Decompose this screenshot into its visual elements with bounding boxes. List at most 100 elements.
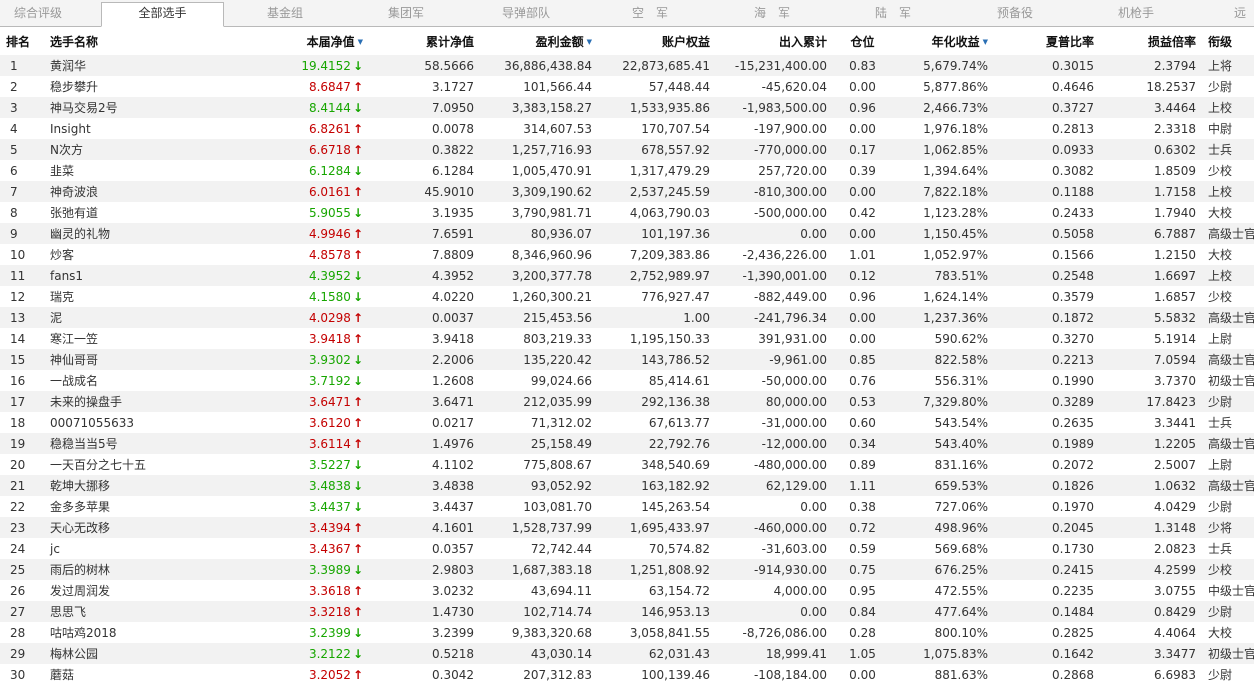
player-name[interactable]: 稳步攀升 bbox=[44, 76, 238, 97]
tab-navy[interactable]: 海 军 bbox=[722, 3, 822, 25]
col-header-annual-return[interactable]: 年化收益 ▼ bbox=[892, 27, 994, 55]
player-name[interactable]: jc bbox=[44, 538, 238, 559]
table-row[interactable]: 4 Insight 6.8261 ↑ 0.0078 314,607.53 170,707.5… bbox=[0, 118, 1254, 139]
table-row[interactable]: 9 幽灵的礼物 4.9946 ↑ 7.6591 80,936.07 101,197.36 0.… bbox=[0, 223, 1254, 244]
table-row[interactable]: 24 jc 3.4367 ↑ 0.0357 72,742.44 70,574.82 -31,6… bbox=[0, 538, 1254, 559]
table-row[interactable]: 26 发过周润发 3.3618 ↑ 3.0232 43,694.11 63,154.72 4,… bbox=[0, 580, 1254, 601]
col-header-cumulative-nav[interactable]: 累计净值 bbox=[369, 27, 480, 55]
table-row[interactable]: 23 天心无改移 3.4394 ↑ 4.1601 1,528,737.99 1,695,43… bbox=[0, 517, 1254, 538]
tab-group-army[interactable]: 集团军 bbox=[356, 3, 456, 25]
player-name[interactable]: 乾坤大挪移 bbox=[44, 475, 238, 496]
table-row[interactable]: 7 神奇波浪 6.0161 ↑ 45.9010 3,309,190.62 2,537,245… bbox=[0, 181, 1254, 202]
table-row[interactable]: 15 神仙哥哥 3.9302 ↓ 2.2006 135,220.42 143,786.52-… bbox=[0, 349, 1254, 370]
pl-ratio: 2.3794 bbox=[1100, 55, 1202, 76]
table-row[interactable]: 12 瑞克 4.1580 ↓ 4.0220 1,260,300.21 776,927.47-… bbox=[0, 286, 1254, 307]
col-header-position-label: 仓位 bbox=[850, 34, 875, 49]
col-header-grade-label: 衔级 bbox=[1208, 34, 1233, 49]
table-row[interactable]: 5 N次方 6.6718 ↑ 0.3822 1,257,716.93 678,557.92-… bbox=[0, 139, 1254, 160]
player-name[interactable]: 一战成名 bbox=[44, 370, 238, 391]
table-row[interactable]: 18 00071055633 3.6120 ↑ 0.0217 71,312.02 67,61… bbox=[0, 412, 1254, 433]
table-row[interactable]: 6 韭菜 6.1284 ↓ 6.1284 1,005,470.91 1,317,479.29… bbox=[0, 160, 1254, 181]
tab-reserve[interactable]: 预备役 bbox=[965, 3, 1065, 25]
player-name[interactable]: 张弛有道 bbox=[44, 202, 238, 223]
table-row[interactable]: 25 雨后的树林 3.3989 ↓ 2.9803 1,687,383.18 1,251,80… bbox=[0, 559, 1254, 580]
profit-amount: 93,052.92 bbox=[480, 475, 598, 496]
player-name[interactable]: 神仙哥哥 bbox=[44, 349, 238, 370]
player-name[interactable]: 梅林公园 bbox=[44, 643, 238, 664]
table-row[interactable]: 13 泥 4.0298 ↑ 0.0037 215,453.56 1.00 -241,796.3… bbox=[0, 307, 1254, 328]
tab-more-cutoff[interactable]: 远 bbox=[1234, 3, 1254, 25]
player-name[interactable]: 韭菜 bbox=[44, 160, 238, 181]
tab-machine-gunner[interactable]: 机枪手 bbox=[1086, 3, 1186, 25]
player-name[interactable]: 幽灵的礼物 bbox=[44, 223, 238, 244]
player-name[interactable]: 思思飞 bbox=[44, 601, 238, 622]
net-flow: 4,000.00 bbox=[716, 580, 833, 601]
col-header-sharpe-label: 夏普比率 bbox=[1045, 34, 1094, 49]
player-name[interactable]: N次方 bbox=[44, 139, 238, 160]
table-row[interactable]: 28 咕咕鸡2018 3.2399 ↓ 3.2399 9,383,320.68 3,058,… bbox=[0, 622, 1254, 643]
col-header-pl-ratio[interactable]: 损益倍率 bbox=[1100, 27, 1202, 55]
account-equity: 292,136.38 bbox=[598, 391, 716, 412]
player-name[interactable]: 咕咕鸡2018 bbox=[44, 622, 238, 643]
col-header-equity[interactable]: 账户权益 bbox=[598, 27, 716, 55]
pl-ratio: 2.0823 bbox=[1100, 538, 1202, 559]
arrow-up-icon: ↑ bbox=[352, 415, 363, 430]
player-name[interactable]: 00071055633 bbox=[44, 412, 238, 433]
table-row[interactable]: 1 黄润华 19.4152 ↓ 58.5666 36,886,438.84 22,873,6… bbox=[0, 55, 1254, 76]
military-grade: 士兵 bbox=[1202, 139, 1254, 160]
player-name[interactable]: 炒客 bbox=[44, 244, 238, 265]
tab-missile-force[interactable]: 导弹部队 bbox=[476, 3, 576, 25]
col-header-net-flow[interactable]: 出入累计 bbox=[716, 27, 833, 55]
table-row[interactable]: 22 金多多苹果 3.4437 ↓ 3.4437 103,081.70 145,263.54… bbox=[0, 496, 1254, 517]
arrow-down-icon: ↓ bbox=[352, 289, 363, 304]
table-row[interactable]: 30 蘑菇 3.2052 ↑ 0.3042 207,312.83 100,139.46 -10… bbox=[0, 664, 1254, 685]
player-name[interactable]: 发过周润发 bbox=[44, 580, 238, 601]
player-name[interactable]: 稳稳当当5号 bbox=[44, 433, 238, 454]
tab-fund-group[interactable]: 基金组 bbox=[235, 3, 335, 25]
tab-air-force[interactable]: 空 军 bbox=[600, 3, 700, 25]
table-row[interactable]: 14 寒江一笠 3.9418 ↑ 3.9418 803,219.33 1,195,150.3… bbox=[0, 328, 1254, 349]
player-name[interactable]: Insight bbox=[44, 118, 238, 139]
table-row[interactable]: 17 未来的操盘手 3.6471 ↑ 3.6471 212,035.99 292,136.3… bbox=[0, 391, 1254, 412]
current-nav: 3.2399 ↓ bbox=[238, 622, 369, 643]
col-header-profit[interactable]: 盈利金额 ▼ bbox=[480, 27, 598, 55]
player-name[interactable]: 神奇波浪 bbox=[44, 181, 238, 202]
table-row[interactable]: 21 乾坤大挪移 3.4838 ↓ 3.4838 93,052.92 163,182.92 6… bbox=[0, 475, 1254, 496]
col-header-position[interactable]: 仓位 bbox=[833, 27, 892, 55]
player-name[interactable]: 金多多苹果 bbox=[44, 496, 238, 517]
table-row[interactable]: 11 fans1 4.3952 ↓ 4.3952 3,200,377.78 2,752,98… bbox=[0, 265, 1254, 286]
table-row[interactable]: 20 一天百分之七十五 3.5227 ↓ 4.1102 775,808.67 348,540… bbox=[0, 454, 1254, 475]
col-header-current-nav[interactable]: 本届净值 ▼ bbox=[238, 27, 369, 55]
player-name[interactable]: 未来的操盘手 bbox=[44, 391, 238, 412]
player-name[interactable]: 雨后的树林 bbox=[44, 559, 238, 580]
player-name[interactable]: 一天百分之七十五 bbox=[44, 454, 238, 475]
tab-army[interactable]: 陆 军 bbox=[843, 3, 943, 25]
net-flow: 0.00 bbox=[716, 496, 833, 517]
player-name[interactable]: 天心无改移 bbox=[44, 517, 238, 538]
sharpe-ratio: 0.1566 bbox=[994, 244, 1100, 265]
player-name[interactable]: 神马交易2号 bbox=[44, 97, 238, 118]
col-header-sharpe[interactable]: 夏普比率 bbox=[994, 27, 1100, 55]
col-header-rank[interactable]: 排名 bbox=[0, 27, 44, 55]
player-name[interactable]: 蘑菇 bbox=[44, 664, 238, 685]
player-name[interactable]: 泥 bbox=[44, 307, 238, 328]
tab-all-players[interactable]: 全部选手 bbox=[101, 2, 224, 27]
player-name[interactable]: 瑞克 bbox=[44, 286, 238, 307]
table-row[interactable]: 29 梅林公园 3.2122 ↓ 0.5218 43,030.14 62,031.43 18,… bbox=[0, 643, 1254, 664]
player-name[interactable]: 黄润华 bbox=[44, 55, 238, 76]
net-flow: -810,300.00 bbox=[716, 181, 833, 202]
table-row[interactable]: 8 张弛有道 5.9055 ↓ 3.1935 3,790,981.71 4,063,790.… bbox=[0, 202, 1254, 223]
table-row[interactable]: 3 神马交易2号 8.4144 ↓ 7.0950 3,383,158.27 1,533,93… bbox=[0, 97, 1254, 118]
table-row[interactable]: 2 稳步攀升 8.6847 ↑ 3.1727 101,566.44 57,448.44 -45… bbox=[0, 76, 1254, 97]
col-header-grade[interactable]: 衔级 bbox=[1202, 27, 1254, 55]
table-row[interactable]: 10 炒客 4.8578 ↑ 7.8809 8,346,960.96 7,209,383.8… bbox=[0, 244, 1254, 265]
table-row[interactable]: 16 一战成名 3.7192 ↓ 1.2608 99,024.66 85,414.61 -50… bbox=[0, 370, 1254, 391]
col-header-name[interactable]: 选手名称 bbox=[44, 27, 238, 55]
table-row[interactable]: 27 思思飞 3.3218 ↑ 1.4730 102,714.74 146,953.13 0.… bbox=[0, 601, 1254, 622]
tab-overall-rating[interactable]: 综合评级 bbox=[0, 3, 76, 25]
player-name[interactable]: fans1 bbox=[44, 265, 238, 286]
player-name[interactable]: 寒江一笠 bbox=[44, 328, 238, 349]
annual-return: 831.16% bbox=[892, 454, 994, 475]
rank-cell: 21 bbox=[0, 475, 44, 496]
table-row[interactable]: 19 稳稳当当5号 3.6114 ↑ 1.4976 25,158.49 22,792.76-… bbox=[0, 433, 1254, 454]
